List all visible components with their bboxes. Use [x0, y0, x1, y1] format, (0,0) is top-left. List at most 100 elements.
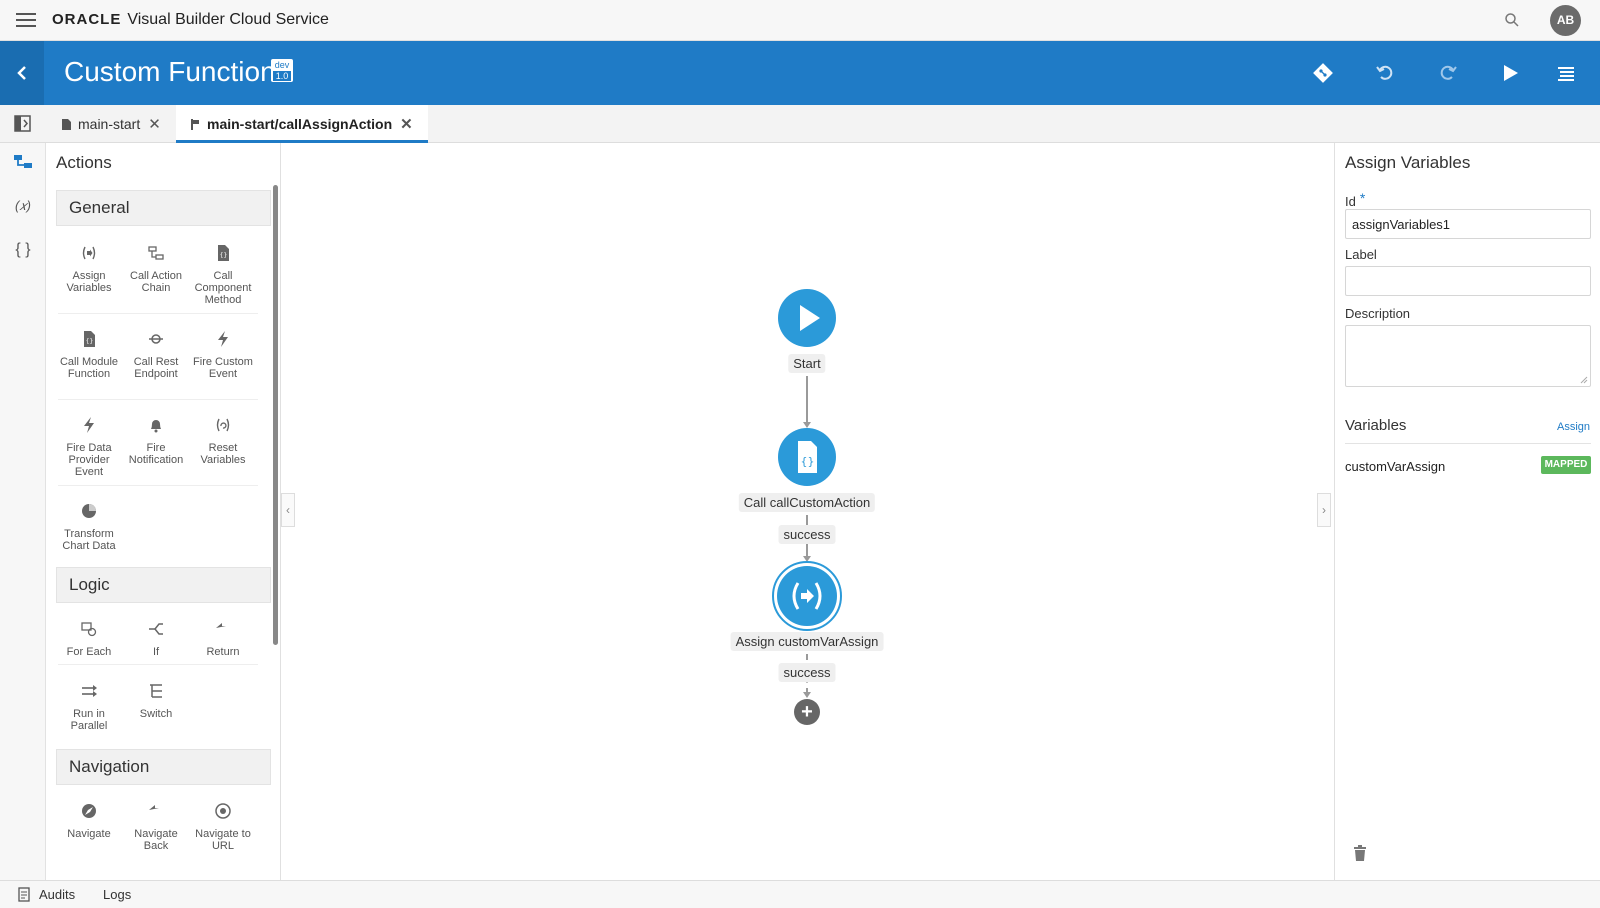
description-textarea[interactable] [1345, 325, 1591, 387]
section-general[interactable]: General [56, 190, 271, 226]
palette-assign-variables[interactable]: Assign Variables [57, 244, 121, 294]
svg-text:{}: {} [86, 338, 94, 345]
separator [58, 485, 258, 486]
collapse-right-button[interactable]: › [1317, 493, 1331, 527]
section-navigation[interactable]: Navigation [56, 749, 271, 785]
palette-navigate[interactable]: Navigate [57, 802, 121, 840]
palette-fire-data-provider-event[interactable]: Fire Data Provider Event [57, 416, 121, 478]
separator [58, 313, 258, 314]
svg-text:{}: {} [801, 455, 815, 468]
bell-icon [151, 420, 161, 433]
close-icon[interactable]: ✕ [400, 106, 413, 144]
svg-text:{}: {} [220, 252, 228, 259]
palette-run-in-parallel[interactable]: Run in Parallel [57, 682, 121, 732]
menu-list-icon[interactable] [1554, 61, 1578, 85]
document-code-icon: {} [798, 441, 817, 473]
palette-navigate-to-url[interactable]: Navigate to URL [191, 802, 255, 852]
rest-icon [149, 334, 163, 344]
audit-icon[interactable] [18, 887, 32, 902]
start-label: Start [788, 354, 826, 373]
success-label: success [778, 525, 836, 544]
back-button[interactable] [0, 41, 44, 105]
panel-toggle-icon[interactable] [14, 115, 31, 132]
return-icon [216, 623, 226, 628]
tab-label: main-start [78, 116, 141, 132]
flow-canvas[interactable]: ‹ › Start {} Call callCustomAction succe… [281, 143, 1334, 880]
actions-scrollbar[interactable] [273, 185, 278, 645]
action-chain-icon [148, 246, 164, 260]
start-node[interactable] [778, 289, 836, 347]
assign-icon [82, 246, 96, 260]
audits-button[interactable]: Audits [39, 887, 75, 902]
reset-icon [216, 418, 230, 432]
logs-button[interactable]: Logs [103, 887, 131, 902]
chevron-left-icon [17, 66, 26, 80]
call-custom-action-node[interactable]: {} [778, 428, 836, 486]
palette-return[interactable]: Return [191, 620, 255, 658]
edge-start-call [806, 376, 808, 423]
pie-chart-icon [82, 504, 96, 518]
assign-node-inner [777, 566, 837, 626]
props-title: Assign Variables [1345, 153, 1471, 172]
assign-node-label: Assign customVarAssign [730, 632, 884, 651]
palette-fire-custom-event[interactable]: Fire Custom Event [191, 330, 255, 380]
resize-handle-icon[interactable] [1580, 376, 1588, 384]
undo-icon[interactable] [1373, 61, 1397, 85]
json-icon[interactable]: { } [11, 238, 35, 262]
oracle-logo: ORACLE [52, 11, 122, 28]
palette-transform-chart-data[interactable]: Transform Chart Data [57, 502, 121, 552]
label-input[interactable] [1345, 266, 1591, 296]
git-icon[interactable] [1311, 61, 1335, 85]
id-input[interactable] [1345, 209, 1591, 239]
env-badge: dev 1.0 [271, 59, 293, 82]
palette-navigate-back[interactable]: Navigate Back [124, 802, 188, 852]
actions-panel: Actions General Assign Variables Call Ac… [46, 143, 281, 880]
document-icon: {} [218, 245, 229, 261]
action-chain-icon[interactable] [11, 151, 35, 175]
mapped-badge: MAPPED [1541, 456, 1591, 474]
separator [58, 399, 258, 400]
arrow-head [803, 692, 811, 698]
tab-bar: main-start ✕ main-start/callAssignAction ✕ [0, 105, 1600, 143]
hamburger-menu-icon[interactable] [16, 13, 36, 27]
variable-name[interactable]: customVarAssign [1345, 459, 1445, 474]
palette-call-rest-endpoint[interactable]: Call Rest Endpoint [124, 330, 188, 380]
user-avatar[interactable]: AB [1550, 5, 1581, 36]
page-header: Custom Function dev 1.0 [0, 41, 1600, 105]
tab-main-start[interactable]: main-start ✕ [62, 105, 161, 143]
palette-call-module-function[interactable]: {} Call Module Function [57, 330, 121, 380]
palette-switch[interactable]: Switch [124, 682, 188, 720]
lightning-icon [218, 331, 228, 347]
run-icon[interactable] [1498, 61, 1522, 85]
collapse-left-button[interactable]: ‹ [281, 493, 295, 527]
palette-call-action-chain[interactable]: Call Action Chain [124, 244, 188, 294]
parallel-icon [82, 685, 97, 697]
variables-title: Variables [1345, 417, 1407, 434]
lightning-icon [84, 417, 94, 433]
assign-link[interactable]: Assign [1557, 421, 1590, 433]
loop-icon [81, 622, 97, 637]
palette-reset-variables[interactable]: Reset Variables [191, 416, 255, 466]
assign-node[interactable] [772, 561, 842, 631]
success-label: success [778, 663, 836, 682]
document-icon: {} [84, 331, 95, 347]
description-label: Description [1345, 306, 1411, 321]
palette-for-each[interactable]: For Each [57, 620, 121, 658]
section-logic[interactable]: Logic [56, 567, 271, 603]
redo-icon[interactable] [1436, 61, 1460, 85]
page-title: Custom Function [64, 56, 276, 87]
bottom-bar: Audits Logs [0, 880, 1600, 908]
trash-icon[interactable] [1353, 845, 1367, 861]
tab-call-assign-action[interactable]: main-start/callAssignAction ✕ [176, 105, 428, 143]
palette-fire-notification[interactable]: Fire Notification [124, 416, 188, 466]
search-icon[interactable] [1504, 12, 1520, 28]
palette-if[interactable]: If [124, 620, 188, 658]
close-icon[interactable]: ✕ [148, 106, 161, 144]
palette-call-component-method[interactable]: {} Call Component Method [191, 244, 255, 306]
variables-icon[interactable]: (𝑥) [11, 194, 35, 218]
back-arrow-icon [149, 805, 159, 810]
env-label: dev [274, 60, 290, 70]
id-label: Id * [1345, 190, 1366, 209]
add-action-button[interactable]: + [794, 699, 820, 725]
tab-label: main-start/callAssignAction [207, 116, 393, 132]
